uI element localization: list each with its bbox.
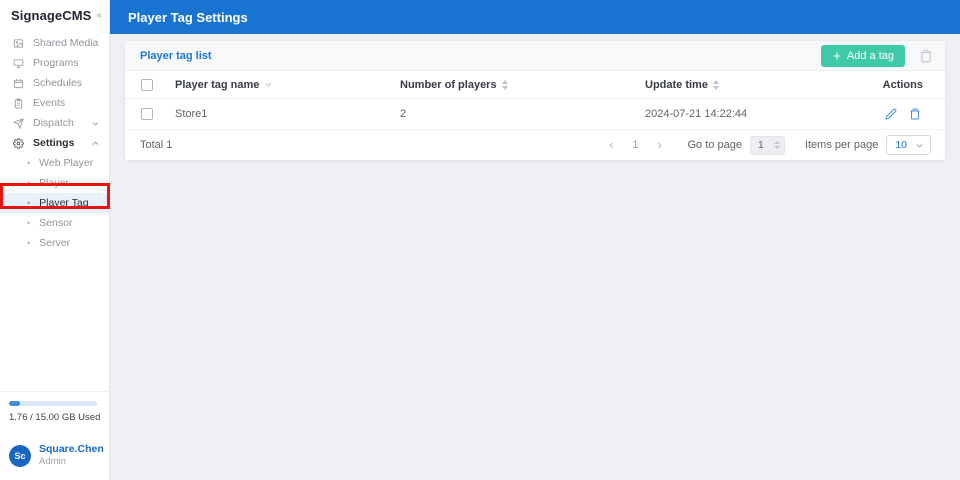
cell-player-tag-name: Store1 bbox=[175, 108, 400, 120]
sort-icon[interactable] bbox=[502, 80, 508, 90]
chevron-up-icon bbox=[91, 139, 100, 148]
submenu-item-label: Web Player bbox=[39, 157, 93, 169]
sidebar: SignageCMS « Shared Media Programs Sched… bbox=[0, 0, 110, 480]
items-per-page-value: 10 bbox=[895, 139, 907, 151]
sidebar-item-label: Shared Media bbox=[33, 37, 98, 49]
sidebar-item-label: Settings bbox=[33, 137, 74, 149]
add-tag-button[interactable]: Add a tag bbox=[821, 45, 905, 67]
user-role: Admin bbox=[39, 456, 104, 468]
app-title: SignageCMS bbox=[11, 8, 91, 23]
sidebar-item-dispatch[interactable]: Dispatch bbox=[0, 113, 109, 133]
main-area: Player Tag Settings Player tag list Add … bbox=[110, 0, 960, 480]
goto-page-input[interactable]: 1 bbox=[750, 136, 785, 155]
storage-progress-fill bbox=[9, 401, 20, 406]
sidebar-bottom: 1.76 / 15.00 GB Used Sc Square.Chen Admi… bbox=[0, 391, 109, 480]
select-all-checkbox[interactable] bbox=[141, 79, 153, 91]
delete-icon[interactable] bbox=[909, 108, 921, 120]
plus-icon bbox=[832, 51, 842, 61]
send-icon bbox=[13, 118, 24, 129]
brand-row: SignageCMS « bbox=[0, 0, 109, 29]
table-footer: Total 1 1 Go to page 1 Items per page 10 bbox=[125, 130, 945, 160]
column-header-number-of-players[interactable]: Number of players bbox=[400, 79, 645, 91]
sidebar-item-player[interactable]: Player bbox=[0, 173, 109, 193]
sidebar-item-programs[interactable]: Programs bbox=[0, 53, 109, 73]
storage-usage-label: 1.76 / 15.00 GB Used bbox=[9, 412, 99, 423]
cell-update-time: 2024-07-21 14:22:44 bbox=[645, 108, 855, 120]
clipboard-icon bbox=[13, 98, 24, 109]
storage-usage: 1.76 / 15.00 GB Used bbox=[0, 391, 109, 427]
sidebar-item-events[interactable]: Events bbox=[0, 93, 109, 113]
sidebar-item-web-player[interactable]: Web Player bbox=[0, 153, 109, 173]
page-header: Player Tag Settings bbox=[110, 0, 960, 34]
goto-page-label: Go to page bbox=[688, 139, 742, 151]
sidebar-collapse-icon[interactable]: « bbox=[94, 10, 104, 21]
bulk-delete-icon[interactable] bbox=[919, 49, 933, 63]
table-header-row: Player tag name Number of players Update… bbox=[125, 71, 945, 99]
total-count-label: Total 1 bbox=[140, 139, 172, 151]
cell-number-of-players: 2 bbox=[400, 108, 645, 120]
current-page-number[interactable]: 1 bbox=[622, 139, 648, 151]
player-tag-list-card: Player tag list Add a tag Player tag nam… bbox=[125, 41, 945, 160]
sidebar-item-settings[interactable]: Settings bbox=[0, 133, 109, 153]
submenu-item-label: Player bbox=[39, 177, 69, 189]
page-title: Player Tag Settings bbox=[128, 10, 248, 25]
storage-progress-bar bbox=[9, 401, 97, 406]
user-profile[interactable]: Sc Square.Chen Admin bbox=[0, 427, 109, 480]
stepper-icon[interactable] bbox=[774, 141, 780, 149]
items-per-page-select[interactable]: 10 bbox=[886, 135, 931, 155]
table-row: Store1 2 2024-07-21 14:22:44 bbox=[125, 99, 945, 130]
sidebar-item-player-tag[interactable]: Player Tag bbox=[0, 193, 109, 213]
calendar-icon bbox=[13, 78, 24, 89]
sidebar-item-label: Schedules bbox=[33, 77, 82, 89]
add-tag-button-label: Add a tag bbox=[847, 50, 894, 62]
sidebar-item-server[interactable]: Server bbox=[0, 233, 109, 253]
user-name: Square.Chen bbox=[39, 443, 104, 456]
gear-icon bbox=[13, 138, 24, 149]
sidebar-menu: Shared Media Programs Schedules Events D… bbox=[0, 33, 109, 253]
card-header: Player tag list Add a tag bbox=[125, 41, 945, 71]
items-per-page-label: Items per page bbox=[805, 139, 878, 151]
submenu-item-label: Server bbox=[39, 237, 70, 249]
chevron-down-icon bbox=[91, 119, 100, 128]
image-icon bbox=[13, 38, 24, 49]
avatar: Sc bbox=[9, 445, 31, 467]
column-header-update-time[interactable]: Update time bbox=[645, 79, 855, 91]
card-header-actions: Add a tag bbox=[821, 45, 933, 67]
sort-chevron-down-icon[interactable] bbox=[264, 80, 273, 89]
prev-page-icon[interactable] bbox=[601, 141, 622, 150]
next-page-icon[interactable] bbox=[649, 141, 670, 150]
column-header-actions: Actions bbox=[855, 79, 945, 91]
card-title: Player tag list bbox=[140, 50, 212, 62]
sidebar-item-label: Events bbox=[33, 97, 65, 109]
sidebar-item-label: Dispatch bbox=[33, 117, 74, 129]
sidebar-item-schedules[interactable]: Schedules bbox=[0, 73, 109, 93]
goto-page-value: 1 bbox=[758, 139, 768, 151]
cell-actions bbox=[855, 108, 945, 120]
edit-icon[interactable] bbox=[885, 108, 897, 120]
sidebar-item-label: Programs bbox=[33, 57, 79, 69]
monitor-icon bbox=[13, 58, 24, 69]
column-header-player-tag-name[interactable]: Player tag name bbox=[175, 79, 400, 91]
sort-icon[interactable] bbox=[713, 80, 719, 90]
submenu-item-label: Sensor bbox=[39, 217, 72, 229]
row-checkbox[interactable] bbox=[141, 108, 153, 120]
sidebar-item-sensor[interactable]: Sensor bbox=[0, 213, 109, 233]
pagination-controls: 1 Go to page 1 Items per page 10 bbox=[601, 135, 931, 155]
sidebar-item-shared-media[interactable]: Shared Media bbox=[0, 33, 109, 53]
submenu-item-label: Player Tag bbox=[39, 197, 88, 209]
chevron-down-icon bbox=[915, 141, 924, 150]
